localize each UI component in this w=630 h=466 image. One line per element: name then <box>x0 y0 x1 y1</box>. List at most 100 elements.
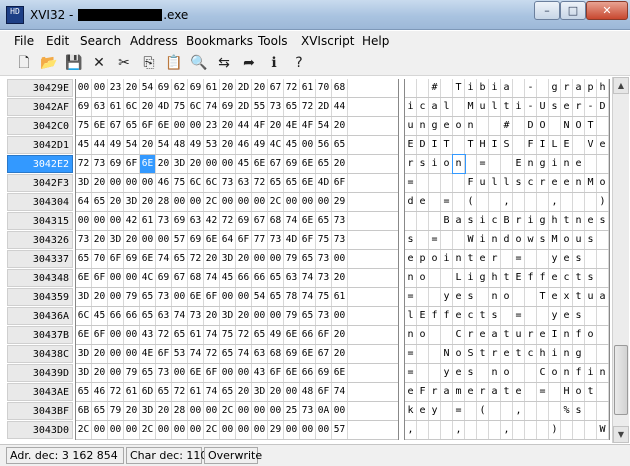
hex-byte[interactable]: 29 <box>268 421 284 439</box>
text-char[interactable]: s <box>405 231 417 249</box>
hex-byte[interactable]: 72 <box>76 155 92 173</box>
text-char[interactable]: e <box>549 269 561 287</box>
hex-byte[interactable]: 00 <box>252 193 268 211</box>
hex-byte[interactable]: 74 <box>300 269 316 287</box>
text-char[interactable]: n <box>453 250 465 268</box>
menu-bookmarks[interactable]: Bookmarks <box>186 34 253 48</box>
text-char[interactable]: ) <box>597 193 609 211</box>
text-char[interactable]: u <box>585 288 597 306</box>
hex-byte[interactable]: 73 <box>300 402 316 420</box>
text-char[interactable]: e <box>477 250 489 268</box>
status-edit-mode[interactable]: Overwrite <box>204 447 262 464</box>
hex-byte[interactable]: 20 <box>140 98 156 116</box>
hex-byte[interactable]: 66 <box>252 269 268 287</box>
text-char[interactable]: t <box>501 269 513 287</box>
hex-byte[interactable]: 00 <box>268 307 284 325</box>
text-char[interactable]: - <box>585 98 597 116</box>
text-char[interactable]: = <box>477 155 489 173</box>
text-char[interactable]: e <box>405 250 417 268</box>
text-char[interactable]: , <box>549 193 561 211</box>
hex-byte[interactable]: 20 <box>268 383 284 401</box>
hex-byte[interactable]: 69 <box>316 364 332 382</box>
text-char[interactable]: u <box>477 174 489 192</box>
text-char[interactable] <box>501 402 513 420</box>
hex-byte[interactable]: 74 <box>236 345 252 363</box>
text-char[interactable]: o <box>549 364 561 382</box>
hex-byte[interactable]: 20 <box>156 155 172 173</box>
hex-byte[interactable]: 00 <box>108 326 124 344</box>
text-char[interactable]: W <box>465 231 477 249</box>
text-char[interactable]: o <box>417 326 429 344</box>
hex-byte[interactable]: 43 <box>140 326 156 344</box>
text-row[interactable]: , , , ) W <box>405 421 609 440</box>
hex-byte[interactable]: 6E <box>300 345 316 363</box>
text-row[interactable]: ungeon # DO NOT <box>405 117 609 136</box>
text-char[interactable] <box>585 307 597 325</box>
text-char[interactable] <box>417 174 429 192</box>
hex-byte[interactable]: 75 <box>172 98 188 116</box>
hex-byte[interactable]: 54 <box>140 79 156 97</box>
text-char[interactable]: p <box>585 79 597 97</box>
text-char[interactable]: ( <box>465 193 477 211</box>
minimize-button[interactable]: – <box>534 1 560 20</box>
hex-byte[interactable]: 68 <box>188 269 204 287</box>
text-char[interactable] <box>429 364 441 382</box>
hex-byte[interactable]: 00 <box>172 117 188 135</box>
text-char[interactable]: w <box>525 231 537 249</box>
text-char[interactable] <box>513 364 525 382</box>
hex-byte[interactable]: 63 <box>252 345 268 363</box>
text-char[interactable]: = <box>453 402 465 420</box>
find-icon[interactable]: 🔍 <box>189 54 209 73</box>
hex-byte[interactable]: 00 <box>124 345 140 363</box>
hex-byte[interactable]: 20 <box>92 364 108 382</box>
hex-byte[interactable]: 70 <box>92 250 108 268</box>
help-context-icon[interactable]: ? <box>289 54 309 73</box>
text-char[interactable]: = <box>405 364 417 382</box>
text-char[interactable]: D <box>597 98 609 116</box>
text-char[interactable]: V <box>585 136 597 154</box>
text-char[interactable]: e <box>549 174 561 192</box>
hex-byte[interactable]: 00 <box>252 250 268 268</box>
text-char[interactable]: u <box>513 326 525 344</box>
text-char[interactable]: n <box>489 288 501 306</box>
hex-byte[interactable]: 20 <box>268 117 284 135</box>
text-char[interactable]: n <box>405 269 417 287</box>
hex-byte[interactable]: 6F <box>236 231 252 249</box>
text-char[interactable]: s <box>597 212 609 230</box>
hex-byte[interactable]: 57 <box>332 421 348 439</box>
text-char[interactable]: y <box>549 250 561 268</box>
text-char[interactable]: r <box>537 174 549 192</box>
hex-byte[interactable]: 69 <box>108 155 124 173</box>
text-char[interactable]: s <box>573 250 585 268</box>
text-char[interactable] <box>429 288 441 306</box>
hex-byte[interactable]: 00 <box>284 193 300 211</box>
hex-byte[interactable]: 00 <box>284 421 300 439</box>
hex-byte[interactable]: 6C <box>188 174 204 192</box>
hex-byte[interactable]: 6E <box>188 364 204 382</box>
text-char[interactable] <box>489 155 501 173</box>
hex-byte[interactable]: 00 <box>236 288 252 306</box>
text-char[interactable]: s <box>585 269 597 287</box>
hex-byte[interactable]: 00 <box>124 174 140 192</box>
hex-byte[interactable]: 00 <box>188 421 204 439</box>
hex-byte[interactable]: 49 <box>188 136 204 154</box>
text-char[interactable]: s <box>537 231 549 249</box>
text-char[interactable] <box>489 193 501 211</box>
text-char[interactable]: T <box>441 136 453 154</box>
text-char[interactable]: s <box>489 307 501 325</box>
hex-byte[interactable]: 00 <box>332 250 348 268</box>
hex-byte[interactable]: 00 <box>332 307 348 325</box>
hex-byte[interactable]: 4E <box>284 117 300 135</box>
hex-byte[interactable]: 63 <box>156 307 172 325</box>
text-char[interactable] <box>489 421 501 439</box>
hex-byte[interactable]: 00 <box>220 364 236 382</box>
text-char[interactable]: , <box>405 421 417 439</box>
text-char[interactable]: r <box>465 326 477 344</box>
maximize-button[interactable]: □ <box>560 1 586 20</box>
hex-byte[interactable]: 46 <box>156 174 172 192</box>
text-char[interactable]: h <box>597 79 609 97</box>
hex-byte[interactable]: 6F <box>204 364 220 382</box>
hex-byte[interactable]: 65 <box>140 288 156 306</box>
hex-byte[interactable]: 00 <box>124 326 140 344</box>
text-char[interactable]: o <box>453 117 465 135</box>
